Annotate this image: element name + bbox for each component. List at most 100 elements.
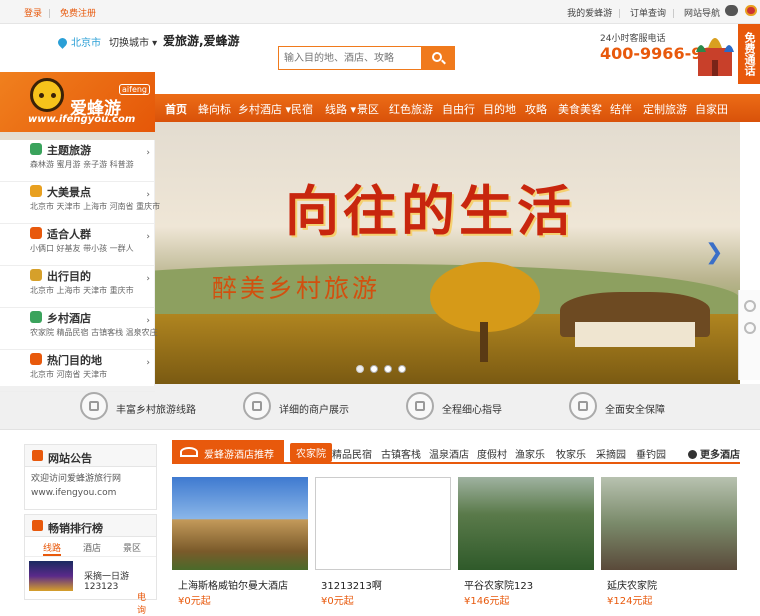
hot-icon: [30, 353, 42, 365]
scenic-icon: [30, 185, 42, 197]
wechat-icon[interactable]: [725, 5, 738, 16]
chevron-right-icon: ›: [146, 316, 150, 326]
banner-next-arrow-icon[interactable]: ❯: [705, 240, 723, 265]
sidebar-item-theme[interactable]: 主题旅游 森林游 蜜月游 亲子游 科普游 ›: [0, 140, 155, 182]
sidebar-item-links[interactable]: 北京市 上海市 天津市 重庆市: [30, 285, 134, 296]
nav-item[interactable]: 首页: [165, 101, 187, 117]
hotel-card[interactable]: 31213213啊 ¥0元起: [315, 477, 451, 607]
notice-line[interactable]: 欢迎访问爱蜂游旅行网: [31, 472, 150, 486]
nav-item[interactable]: 红色旅游: [389, 101, 433, 117]
sidebar-item-hot-destinations[interactable]: 热门目的地 北京市 河南省 天津市 ›: [0, 350, 155, 392]
shield-icon: [569, 392, 597, 420]
tab-hotels[interactable]: 酒店: [83, 541, 101, 554]
more-icon: [688, 450, 697, 459]
top-bar-left: 登录 | 免费注册: [24, 6, 102, 19]
nav-item[interactable]: 乡村酒店 ▾: [238, 101, 291, 117]
search-box: [278, 46, 455, 70]
tab-fishing[interactable]: 垂钓园: [636, 446, 666, 461]
tab-ancient-town[interactable]: 古镇客栈: [381, 446, 421, 461]
free-call-button[interactable]: 免费通话: [738, 24, 760, 84]
sidebar-item-title: 出行目的: [47, 270, 91, 283]
top-bar: 登录 | 免费注册 我的爱蜂游 | 订单查询 | 网站导航: [0, 0, 760, 24]
sidebar-item-purpose[interactable]: 出行目的 北京市 上海市 天津市 重庆市 ›: [0, 266, 155, 308]
banner-dot[interactable]: [384, 365, 392, 373]
hotel-name: 上海斯格威铂尔曼大酒店: [178, 581, 288, 592]
tab-scenic[interactable]: 景区: [123, 541, 141, 554]
site-logo[interactable]: 爱蜂游 aifeng www.ifengyou.com: [0, 72, 155, 132]
logo-url: www.ifengyou.com: [28, 114, 136, 125]
hotel-image: [601, 477, 737, 570]
tab-fishing-village[interactable]: 渔家乐: [515, 446, 545, 461]
guide-icon: [406, 392, 434, 420]
more-hotels-link[interactable]: 更多酒店: [688, 446, 740, 461]
bee-logo-icon: [30, 78, 64, 112]
chevron-right-icon: ›: [146, 190, 150, 200]
location-pin-icon: [56, 36, 69, 49]
banner-dot[interactable]: [356, 365, 364, 373]
tab-farmhouse[interactable]: 农家院: [290, 443, 332, 462]
nav-item[interactable]: 目的地: [483, 101, 516, 117]
hotel-image-placeholder: [315, 477, 451, 570]
banner-tree-trunk: [480, 322, 488, 362]
my-account-link[interactable]: 我的爱蜂游: [567, 9, 612, 19]
sidebar-item-scenic[interactable]: 大美景点 北京市 天津市 上海市 河南省 重庆市 ›: [0, 182, 160, 224]
notice-title: 网站公告: [48, 452, 92, 465]
ranking-item-image: [29, 561, 73, 591]
sidebar-item-links[interactable]: 小俩口 好基友 带小孩 一群人: [30, 243, 134, 254]
tab-resort[interactable]: 度假村: [477, 446, 507, 461]
sidebar-item-links[interactable]: 森林游 蜜月游 亲子游 科普游: [30, 159, 134, 170]
sidebar-item-title: 热门目的地: [47, 354, 102, 367]
qq-icon[interactable]: [743, 300, 756, 312]
banner-house-wall: [575, 322, 695, 347]
nav-item[interactable]: 定制旅游: [643, 101, 687, 117]
tab-routes[interactable]: 线路: [43, 541, 62, 556]
nav-item[interactable]: 景区: [357, 101, 379, 117]
sidebar-item-audience[interactable]: 适合人群 小俩口 好基友 带小孩 一群人 ›: [0, 224, 155, 266]
tab-hot-spring[interactable]: 温泉酒店: [429, 446, 469, 461]
banner-title: 向往的生活: [285, 179, 575, 243]
separator: |: [618, 9, 622, 19]
hotel-card[interactable]: 平谷农家院123 ¥146元起: [458, 477, 594, 607]
switch-city-button[interactable]: 切换城市 ▾: [109, 38, 157, 49]
nav-item[interactable]: 攻略: [525, 101, 547, 117]
phone-icon[interactable]: [743, 322, 756, 334]
sidebar-item-links[interactable]: 北京市 天津市 上海市 河南省 重庆市: [30, 201, 160, 212]
tab-ranch[interactable]: 牧家乐: [556, 446, 586, 461]
separator: |: [672, 9, 676, 19]
nav-item[interactable]: 蜂向标: [198, 101, 231, 117]
banner-dot[interactable]: [398, 365, 406, 373]
sidebar-item-links[interactable]: 北京市 河南省 天津市: [30, 369, 107, 380]
banner-dot[interactable]: [370, 365, 378, 373]
weibo-icon[interactable]: [745, 5, 757, 16]
site-nav-link[interactable]: 网站导航: [684, 9, 720, 19]
login-link[interactable]: 登录: [24, 9, 42, 19]
search-input[interactable]: [279, 47, 419, 69]
register-link[interactable]: 免费注册: [60, 9, 96, 19]
chevron-right-icon: ›: [146, 232, 150, 242]
hotel-card[interactable]: 上海斯格威铂尔曼大酒店 ¥0元起: [172, 477, 308, 607]
hotel-recommendations: 爱蜂游酒店推荐 农家院 精品民宿 古镇客栈 温泉酒店 度假村 渔家乐 牧家乐 采…: [172, 440, 740, 607]
tab-picking[interactable]: 采摘园: [596, 446, 626, 461]
order-query-link[interactable]: 订单查询: [630, 9, 666, 19]
notice-line[interactable]: www.ifengyou.com: [31, 486, 150, 500]
nav-item[interactable]: 美食美客: [558, 101, 602, 117]
hotel-card[interactable]: 延庆农家院 ¥124元起: [601, 477, 737, 607]
chevron-right-icon: ›: [146, 274, 150, 284]
crown-icon: [180, 447, 198, 457]
hotline-label: 24小时客服电话: [600, 34, 666, 44]
hotel-image: [458, 477, 594, 570]
sidebar-item-hotel[interactable]: 乡村酒店 农家院 精品民宿 古镇客栈 温泉农庄 ›: [0, 308, 158, 350]
search-button[interactable]: [421, 46, 455, 70]
nav-item[interactable]: 民宿: [291, 101, 313, 117]
nav-item[interactable]: 自家田: [695, 101, 728, 117]
ranking-icon: [32, 520, 43, 531]
tab-boutique[interactable]: 精品民宿: [332, 446, 372, 461]
tree-icon: [30, 143, 42, 155]
sidebar-item-links[interactable]: 农家院 精品民宿 古镇客栈 温泉农庄: [30, 327, 158, 338]
nav-item[interactable]: 自由行: [442, 101, 475, 117]
nav-item[interactable]: 结伴: [610, 101, 632, 117]
nav-item[interactable]: 线路 ▾: [325, 101, 356, 117]
star-icon: [243, 392, 271, 420]
flag-icon: [30, 269, 42, 281]
ranking-item[interactable]: 采摘一日游123123 电询: [29, 561, 153, 616]
